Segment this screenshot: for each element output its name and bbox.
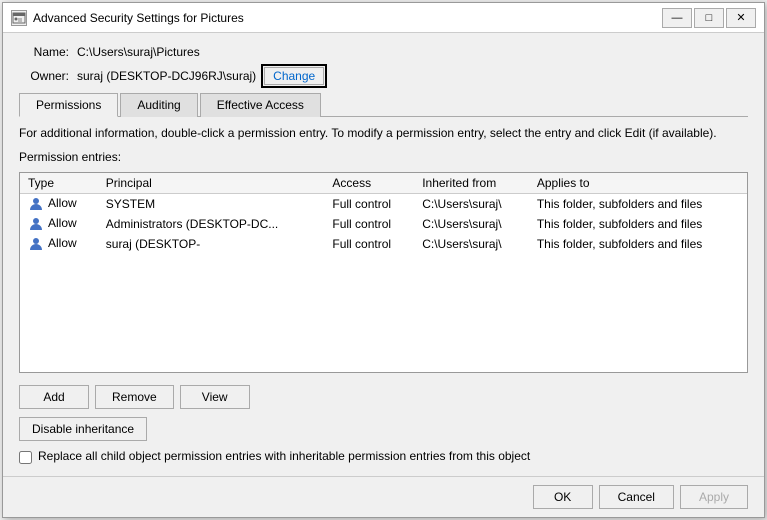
cell-inherited: C:\Users\suraj\ [414,234,529,254]
cell-access: Full control [324,234,414,254]
main-content: Name: C:\Users\suraj\Pictures Owner: sur… [3,33,764,476]
remove-button[interactable]: Remove [95,385,174,409]
maximize-button[interactable]: □ [694,8,724,28]
col-type: Type [20,173,98,194]
instruction-text: For additional information, double-click… [19,125,748,142]
cell-applies: This folder, subfolders and files [529,193,747,214]
cell-inherited: C:\Users\suraj\ [414,214,529,234]
cell-inherited: C:\Users\suraj\ [414,193,529,214]
user-icon [28,216,44,232]
user-icon [28,236,44,252]
tab-permissions[interactable]: Permissions [19,93,118,117]
cell-type: Allow [20,193,98,214]
apply-button[interactable]: Apply [680,485,748,509]
col-access: Access [324,173,414,194]
title-bar: Advanced Security Settings for Pictures … [3,3,764,33]
cell-access: Full control [324,193,414,214]
view-button[interactable]: View [180,385,250,409]
cell-access: Full control [324,214,414,234]
name-row: Name: C:\Users\suraj\Pictures [19,45,748,59]
cell-applies: This folder, subfolders and files [529,234,747,254]
dialog-footer: OK Cancel Apply [3,476,764,517]
ok-button[interactable]: OK [533,485,593,509]
owner-label: Owner: [19,69,69,83]
advanced-security-window: Advanced Security Settings for Pictures … [2,2,765,518]
table-body: AllowSYSTEMFull controlC:\Users\suraj\Th… [20,193,747,254]
table-row[interactable]: AllowSYSTEMFull controlC:\Users\suraj\Th… [20,193,747,214]
close-button[interactable]: ✕ [726,8,756,28]
col-inherited: Inherited from [414,173,529,194]
col-principal: Principal [98,173,325,194]
name-label: Name: [19,45,69,59]
permissions-table-container: Type Principal Access Inherited from App… [19,172,748,373]
disable-inheritance-button[interactable]: Disable inheritance [19,417,147,441]
bottom-buttons: Add Remove View [19,385,748,409]
cell-type: Allow [20,214,98,234]
owner-row: Owner: suraj (DESKTOP-DCJ96RJ\suraj) Cha… [19,67,748,85]
add-button[interactable]: Add [19,385,89,409]
window-title: Advanced Security Settings for Pictures [33,11,662,25]
owner-value: suraj (DESKTOP-DCJ96RJ\suraj) [77,69,256,83]
table-header-row: Type Principal Access Inherited from App… [20,173,747,194]
change-button[interactable]: Change [264,67,324,85]
permissions-table: Type Principal Access Inherited from App… [20,173,747,254]
replace-checkbox[interactable] [19,451,32,464]
cell-applies: This folder, subfolders and files [529,214,747,234]
cell-principal: Administrators (DESKTOP-DC... [98,214,325,234]
user-icon [28,196,44,212]
tab-effective-access[interactable]: Effective Access [200,93,321,117]
cell-principal: SYSTEM [98,193,325,214]
col-applies: Applies to [529,173,747,194]
cell-type: Allow [20,234,98,254]
tab-auditing[interactable]: Auditing [120,93,197,117]
minimize-button[interactable]: — [662,8,692,28]
name-value: C:\Users\suraj\Pictures [77,45,200,59]
window-icon [11,10,27,26]
tabs-container: Permissions Auditing Effective Access [19,93,748,117]
table-row[interactable]: AllowAdministrators (DESKTOP-DC...Full c… [20,214,747,234]
cancel-button[interactable]: Cancel [599,485,674,509]
replace-checkbox-label: Replace all child object permission entr… [38,449,530,463]
replace-checkbox-row: Replace all child object permission entr… [19,449,748,464]
cell-principal: suraj (DESKTOP- [98,234,325,254]
section-label: Permission entries: [19,150,748,164]
title-bar-buttons: — □ ✕ [662,8,756,28]
table-row[interactable]: Allowsuraj (DESKTOP-Full controlC:\Users… [20,234,747,254]
